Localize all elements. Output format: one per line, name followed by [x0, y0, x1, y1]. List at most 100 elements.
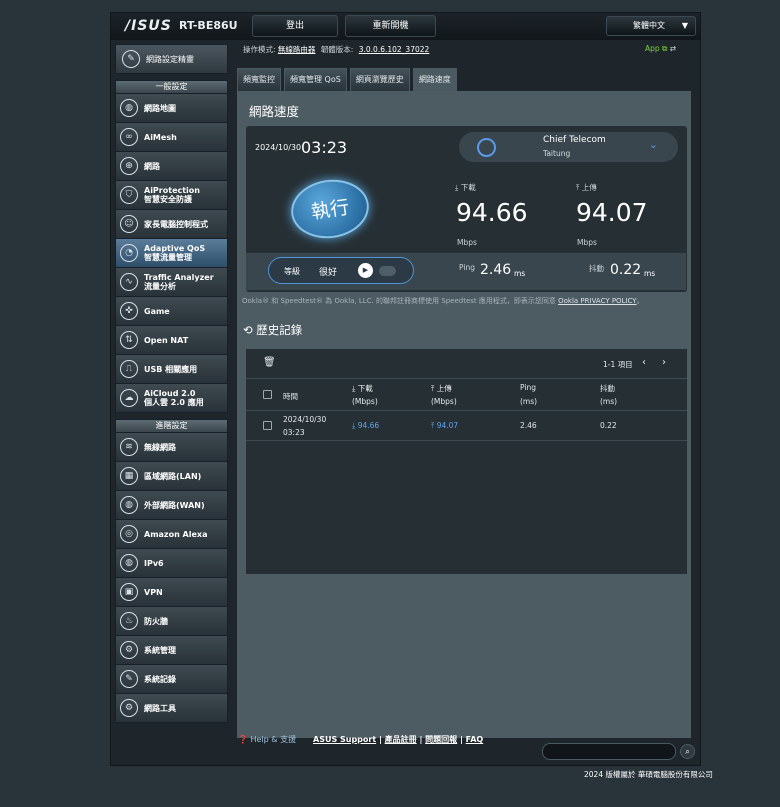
sidebar-item-advanced-9[interactable]: ⚙ 網路工具: [115, 694, 228, 723]
table-row: 2024/10/30 03:23 ⤓ 94.66 ⤒ 94.07 2.46 0.…: [246, 411, 687, 441]
sidebar-item-label-main: 網路地圖: [144, 103, 176, 113]
opmode-label: 操作模式:: [243, 45, 276, 54]
sidebar-item-label-main: VPN: [144, 587, 163, 597]
model-name: RT-BE86U: [179, 19, 238, 32]
chevron-left-icon[interactable]: ‹: [642, 357, 646, 368]
language-select[interactable]: 繁體中文 ▼: [606, 16, 696, 36]
sidebar-item-label: 網路: [144, 162, 160, 171]
sidebar-item-general-1[interactable]: ∞ AiMesh: [115, 123, 228, 152]
sidebar-item-general-5[interactable]: ◔ Adaptive QoS 智慧流量管理: [115, 239, 228, 268]
server-select[interactable]: Chief Telecom Taitung ⌄: [459, 132, 678, 162]
sidebar-item-general-8[interactable]: ⇅ Open NAT: [115, 326, 228, 355]
search-icon[interactable]: ⌕: [680, 744, 695, 759]
cloud-icon: ☁: [120, 389, 138, 407]
fw-link[interactable]: 3.0.0.6.102_37022: [359, 45, 430, 54]
sidebar-item-general-10[interactable]: ☁ AiCloud 2.0 個人雲 2.0 應用: [115, 384, 228, 413]
footer-sep: |: [457, 735, 466, 744]
sidebar-item-label: AiProtection 智慧安全防護: [144, 186, 200, 204]
tab-bandwidth-monitor[interactable]: 頻寬監控: [237, 68, 281, 91]
upload-label: ⤒ 上傳: [576, 182, 597, 193]
help-icon: ❓: [238, 735, 248, 744]
sidebar-item-advanced-2[interactable]: ◍ 外部網路(WAN): [115, 491, 228, 520]
sidebar-item-label: 外部網路(WAN): [144, 501, 205, 510]
sidebar-item-advanced-5[interactable]: ▣ VPN: [115, 578, 228, 607]
network-icon: ⊕: [120, 157, 138, 175]
sidebar-item-general-3[interactable]: ⛉ AiProtection 智慧安全防護: [115, 181, 228, 210]
test-date: 2024/10/30: [255, 143, 302, 152]
server-city: Taitung: [543, 149, 571, 158]
col-ping: Ping: [520, 383, 536, 392]
main-panel: 網路速度 2024/10/30 03:23 Chief Telecom Tait…: [237, 91, 691, 738]
vpn-icon: ▣: [120, 583, 138, 601]
sidebar-item-general-9[interactable]: ⎍ USB 相關應用: [115, 355, 228, 384]
sidebar-item-advanced-6[interactable]: ♨ 防火牆: [115, 607, 228, 636]
chevron-right-icon[interactable]: ›: [662, 357, 666, 368]
sidebar-item-label-main: 外部網路(WAN): [144, 500, 205, 510]
sidebar-item-advanced-4[interactable]: ◍ IPv6: [115, 549, 228, 578]
sidebar-item-label: 網路地圖: [144, 104, 176, 113]
col-download: ⤓ 下載: [352, 383, 373, 394]
help-text: Help & 支援: [250, 735, 297, 744]
faq-link[interactable]: FAQ: [466, 735, 484, 744]
toggle-icon[interactable]: [379, 266, 396, 276]
sidebar-item-advanced-3[interactable]: ◎ Amazon Alexa: [115, 520, 228, 549]
go-button[interactable]: 執行: [287, 174, 373, 244]
globe-icon: ◍: [120, 99, 138, 117]
app-label: App: [645, 44, 660, 53]
sidebar-item-label-main: 網路工具: [144, 703, 176, 713]
row-checkbox[interactable]: [263, 421, 272, 430]
app-link[interactable]: App ⧉ ⇄: [645, 44, 676, 54]
download-unit: Mbps: [457, 238, 477, 247]
tab-qos[interactable]: 頻寬管理 QoS: [284, 68, 347, 91]
sidebar-item-label-sub: 智慧安全防護: [144, 195, 192, 204]
play-icon[interactable]: ▶: [358, 263, 373, 278]
status-line: 操作模式: 無線路由器 韌體版本: 3.0.0.6.102_37022: [243, 44, 429, 55]
trash-icon[interactable]: 🗑: [263, 357, 276, 368]
sidebar-item-label-main: 區域網路(LAN): [144, 471, 202, 481]
privacy-policy-link[interactable]: Ookla PRIVACY POLICY: [558, 297, 636, 305]
sidebar-item-advanced-1[interactable]: ▦ 區域網路(LAN): [115, 462, 228, 491]
sidebar-item-label: 系統管理: [144, 646, 176, 655]
sidebar-item-advanced-8[interactable]: ✎ 系統記錄: [115, 665, 228, 694]
row-ping: 2.46: [520, 421, 537, 430]
ping-value: 2.46: [480, 262, 512, 278]
asus-logo: /ISUS: [125, 18, 172, 34]
sidebar-item-advanced-7[interactable]: ⚙ 系統管理: [115, 636, 228, 665]
tab-speedtest[interactable]: 網路速度: [412, 68, 457, 91]
language-label: 繁體中文: [633, 21, 665, 30]
feedback-link[interactable]: 問題回報: [425, 735, 457, 744]
sidebar-item-label-main: 無線網路: [144, 442, 176, 452]
sidebar-item-label: 無線網路: [144, 443, 176, 452]
row-time: 03:23: [283, 428, 305, 437]
help-link[interactable]: ❓ Help & 支援: [238, 734, 296, 745]
tab-web-history[interactable]: 網頁瀏覽歷史: [349, 68, 410, 91]
asus-support-link[interactable]: ASUS Support: [313, 735, 376, 744]
opmode-link[interactable]: 無線路由器: [278, 45, 316, 54]
grade-value: 很好: [319, 268, 338, 278]
ping-unit: ms: [514, 269, 526, 278]
sidebar-item-general-6[interactable]: ∿ Traffic Analyzer 流量分析: [115, 268, 228, 297]
product-registration-link[interactable]: 產品註冊: [385, 735, 417, 744]
sidebar-item-label-main: 防火牆: [144, 616, 168, 626]
top-bar: /ISUS RT-BE86U 登出 重新開機 繁體中文 ▼: [111, 13, 700, 40]
setup-wizard-button[interactable]: ✎ 網路設定精靈: [115, 44, 228, 74]
sidebar-item-advanced-0[interactable]: ≋ 無線網路: [115, 433, 228, 462]
select-all-checkbox[interactable]: [263, 390, 272, 399]
col-upload: ⤒ 上傳: [431, 383, 452, 394]
reboot-button[interactable]: 重新開機: [345, 15, 436, 37]
row-download: ⤓ 94.66: [352, 421, 379, 431]
sidebar-item-label: Traffic Analyzer 流量分析: [144, 273, 214, 291]
speedometer-icon: ◔: [120, 244, 138, 262]
sidebar-item-general-2[interactable]: ⊕ 網路: [115, 152, 228, 181]
sidebar-item-general-0[interactable]: ◍ 網路地圖: [115, 94, 228, 123]
sidebar-item-general-7[interactable]: ✜ Game: [115, 297, 228, 326]
col-jitter: 抖動: [600, 384, 615, 393]
sidebar-item-label: 系統記錄: [144, 675, 176, 684]
download-label-text: 下載: [460, 183, 476, 192]
wifi-icon: ≋: [120, 438, 138, 456]
sidebar-item-general-4[interactable]: ☺ 家長電腦控制程式: [115, 210, 228, 239]
jitter-value: 0.22: [610, 262, 642, 278]
logout-button[interactable]: 登出: [252, 15, 338, 37]
search-input[interactable]: [542, 743, 676, 760]
sidebar-item-label-main: 系統記錄: [144, 674, 176, 684]
